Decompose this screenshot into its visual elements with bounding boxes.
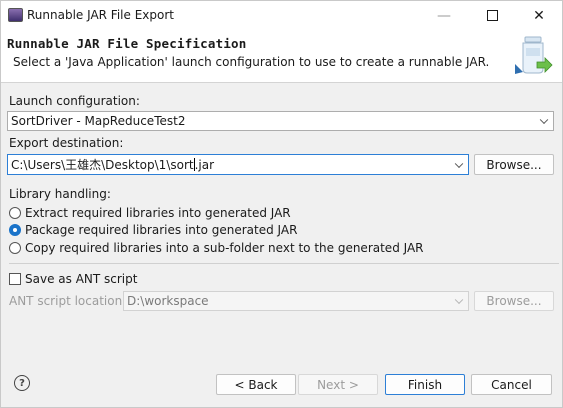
launch-config-select[interactable]: SortDriver - MapReduceTest2 bbox=[7, 111, 554, 131]
section-divider bbox=[9, 263, 559, 264]
export-browse-button[interactable]: Browse... bbox=[474, 154, 554, 175]
export-destination-input[interactable]: C:\Users\王雄杰\Desktop\1\sort .jar bbox=[7, 154, 469, 175]
chevron-down-icon bbox=[454, 159, 464, 168]
window-title: Runnable JAR File Export bbox=[27, 8, 174, 22]
next-button[interactable]: Next > bbox=[298, 374, 378, 395]
minimize-icon: — bbox=[437, 7, 451, 24]
library-handling-label: Library handling: bbox=[9, 187, 111, 201]
close-button[interactable]: ✕ bbox=[516, 1, 562, 30]
page-description: Select a 'Java Application' launch confi… bbox=[13, 55, 490, 69]
radio-button-selected[interactable] bbox=[9, 224, 21, 236]
ant-browse-button[interactable]: Browse... bbox=[474, 291, 554, 311]
chevron-down-icon bbox=[454, 295, 464, 305]
ant-location-input[interactable]: D:\workspace bbox=[123, 291, 469, 311]
dialog-window: Runnable JAR File Export — ✕ Runnable JA… bbox=[0, 0, 563, 408]
ant-location-label: ANT script location: bbox=[9, 294, 127, 308]
radio-button[interactable] bbox=[9, 207, 21, 219]
export-destination-label: Export destination: bbox=[9, 136, 124, 150]
launch-config-label: Launch configuration: bbox=[9, 94, 140, 108]
save-ant-script-checkbox[interactable]: Save as ANT script bbox=[9, 272, 137, 286]
chevron-down-icon bbox=[539, 115, 549, 125]
maximize-button[interactable] bbox=[469, 1, 515, 30]
radio-package-label: Package required libraries into generate… bbox=[25, 223, 298, 237]
back-button[interactable]: < Back bbox=[216, 374, 296, 395]
radio-extract-label: Extract required libraries into generate… bbox=[25, 206, 291, 220]
export-destination-value-start: C:\Users\王雄杰\Desktop\1\sort bbox=[11, 158, 194, 172]
minimize-button[interactable]: — bbox=[421, 1, 467, 30]
jar-export-icon bbox=[515, 36, 553, 74]
radio-button[interactable] bbox=[9, 242, 21, 254]
eclipse-app-icon bbox=[8, 8, 23, 22]
wizard-banner: Runnable JAR File Specification Select a… bbox=[1, 30, 562, 83]
radio-copy-libraries[interactable]: Copy required libraries into a sub-folde… bbox=[9, 241, 424, 255]
maximize-icon bbox=[486, 10, 498, 21]
export-destination-value-end: .jar bbox=[194, 157, 215, 172]
title-bar: Runnable JAR File Export — ✕ bbox=[1, 1, 562, 31]
save-ant-script-label: Save as ANT script bbox=[25, 272, 138, 286]
close-icon: ✕ bbox=[533, 7, 545, 24]
launch-config-value: SortDriver - MapReduceTest2 bbox=[11, 114, 186, 128]
radio-extract-libraries[interactable]: Extract required libraries into generate… bbox=[9, 206, 291, 220]
radio-copy-label: Copy required libraries into a sub-folde… bbox=[25, 241, 424, 255]
cancel-button[interactable]: Cancel bbox=[471, 374, 552, 395]
checkbox-box[interactable] bbox=[9, 273, 21, 285]
help-icon[interactable]: ? bbox=[14, 375, 30, 391]
ant-location-value: D:\workspace bbox=[127, 294, 209, 308]
finish-button[interactable]: Finish bbox=[385, 374, 465, 395]
radio-package-libraries[interactable]: Package required libraries into generate… bbox=[9, 223, 297, 237]
page-title: Runnable JAR File Specification bbox=[7, 36, 247, 51]
